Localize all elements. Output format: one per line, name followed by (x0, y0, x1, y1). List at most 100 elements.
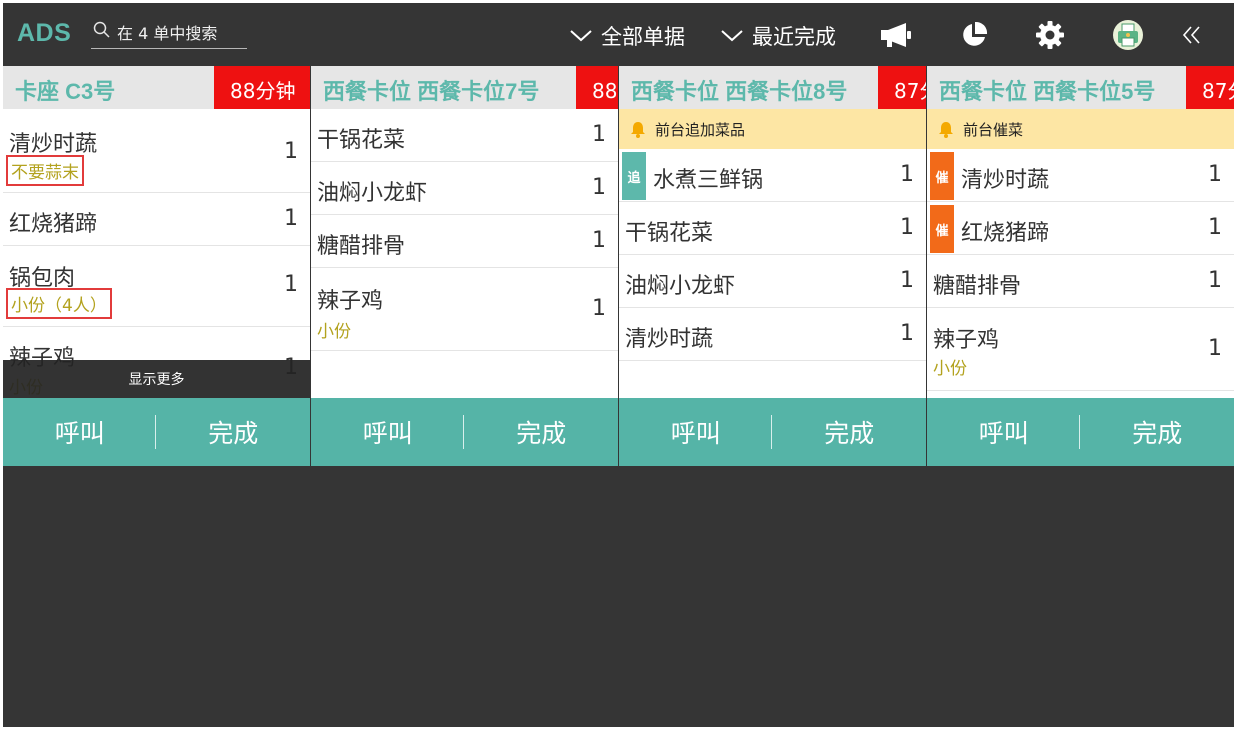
item-name: 清炒时蔬 (9, 132, 98, 157)
item-name: 水煮三鲜锅 (653, 168, 764, 193)
order-title: 西餐卡位 西餐卡位5号 (939, 79, 1156, 104)
complete-button[interactable]: 完成 (1081, 398, 1235, 466)
order-title: 西餐卡位 西餐卡位8号 (631, 79, 848, 104)
item-qty: 1 (900, 162, 914, 187)
item-name: 辣子鸡 (933, 328, 1000, 353)
item-name: 干锅花菜 (625, 221, 714, 246)
filter-all-label: 全部单据 (601, 25, 685, 49)
item-name: 糖醋排骨 (933, 274, 1022, 299)
elapsed-time-badge: 88分钟 (576, 66, 618, 109)
order-item[interactable]: 清炒时蔬 1 (619, 308, 926, 361)
order-item[interactable]: 干锅花菜 1 (311, 109, 618, 162)
item-qty: 1 (900, 321, 914, 346)
order-header: 西餐卡位 西餐卡位7号 88分钟 (311, 66, 618, 109)
double-chevron-left-icon[interactable] (1175, 18, 1209, 52)
complete-button[interactable]: 完成 (157, 398, 311, 466)
order-item[interactable]: 油焖小龙虾 1 (619, 255, 926, 308)
elapsed-time-badge: 88分钟 (214, 66, 310, 109)
item-name: 油焖小龙虾 (625, 274, 736, 299)
bell-icon (631, 122, 645, 138)
item-name: 糖醋排骨 (317, 234, 406, 259)
order-header: 西餐卡位 西餐卡位8号 87分钟 (619, 66, 926, 109)
call-button[interactable]: 呼叫 (927, 398, 1081, 466)
order-actions: 呼叫 完成 (927, 398, 1234, 466)
filter-recent-done[interactable]: 最近完成 (720, 21, 836, 51)
search-placeholder: 在 4 单中搜索 (117, 24, 218, 43)
call-button[interactable]: 呼叫 (619, 398, 773, 466)
item-name: 红烧猪蹄 (961, 221, 1050, 246)
item-name: 干锅花菜 (317, 128, 406, 153)
app-window: ADS 在 4 单中搜索 全部单据 最近完成 卡座 C3号 88分钟 清炒时蔬 … (3, 3, 1234, 727)
item-name: 辣子鸡 (317, 289, 384, 314)
added-item-tag: 追 (622, 152, 646, 200)
order-card[interactable]: 西餐卡位 西餐卡位8号 87分钟 前台追加菜品 追 水煮三鲜锅 1 干锅花菜 1… (619, 66, 926, 466)
chevron-down-icon (721, 30, 743, 42)
item-qty: 1 (284, 206, 298, 231)
elapsed-time-badge: 87分钟 (878, 66, 926, 109)
urged-item-tag: 催 (930, 205, 954, 253)
order-item[interactable]: 油焖小龙虾 1 (311, 162, 618, 215)
item-qty: 1 (284, 139, 298, 164)
elapsed-time-badge: 87分钟 (1186, 66, 1234, 109)
show-more-button[interactable]: 显示更多 (3, 360, 310, 398)
item-qty: 1 (1208, 162, 1222, 187)
item-note: 小份 (933, 359, 967, 379)
item-note: 小份（4人） (6, 288, 112, 319)
order-actions: 呼叫 完成 (3, 398, 310, 466)
notice-banner: 前台追加菜品 (619, 109, 926, 149)
order-header: 卡座 C3号 88分钟 (3, 66, 310, 109)
order-actions: 呼叫 完成 (311, 398, 618, 466)
order-item[interactable]: 追 水煮三鲜锅 1 (619, 149, 926, 202)
order-item[interactable]: 锅包肉 小份（4人） 1 (3, 246, 310, 327)
order-item[interactable]: 辣子鸡 小份 1 (927, 308, 1234, 391)
gear-icon[interactable] (1033, 18, 1067, 52)
printer-icon[interactable] (1111, 18, 1145, 52)
item-qty: 1 (1208, 336, 1222, 361)
chevron-down-icon (570, 30, 592, 42)
notice-text: 前台追加菜品 (655, 120, 746, 139)
app-logo: ADS (17, 19, 72, 47)
notice-text: 前台催菜 (963, 120, 1024, 139)
top-bar: ADS 在 4 单中搜索 全部单据 最近完成 (3, 3, 1234, 66)
urged-item-tag: 催 (930, 152, 954, 200)
item-name: 油焖小龙虾 (317, 181, 428, 206)
item-qty: 1 (284, 272, 298, 297)
item-qty: 1 (592, 296, 606, 321)
order-item[interactable]: 糖醋排骨 1 (311, 215, 618, 268)
call-button[interactable]: 呼叫 (3, 398, 157, 466)
order-card[interactable]: 卡座 C3号 88分钟 清炒时蔬 不要蒜末 1 红烧猪蹄 1 锅包肉 小份（4人… (3, 66, 310, 466)
item-qty: 1 (900, 268, 914, 293)
order-item[interactable]: 催 清炒时蔬 1 (927, 149, 1234, 202)
item-qty: 1 (900, 215, 914, 240)
item-qty: 1 (592, 122, 606, 147)
search-icon (93, 21, 110, 38)
order-item[interactable]: 辣子鸡 小份 1 (311, 268, 618, 351)
item-note: 小份 (317, 322, 351, 342)
order-header: 西餐卡位 西餐卡位5号 87分钟 (927, 66, 1234, 109)
item-qty: 1 (592, 228, 606, 253)
item-note: 不要蒜末 (6, 155, 84, 186)
pie-chart-icon[interactable] (957, 18, 991, 52)
order-card[interactable]: 西餐卡位 西餐卡位5号 87分钟 前台催菜 催 清炒时蔬 1 催 红烧猪蹄 1 … (927, 66, 1234, 466)
item-qty: 1 (592, 175, 606, 200)
complete-button[interactable]: 完成 (773, 398, 927, 466)
order-item[interactable]: 糖醋排骨 1 (927, 255, 1234, 308)
order-actions: 呼叫 完成 (619, 398, 926, 466)
order-card[interactable]: 西餐卡位 西餐卡位7号 88分钟 干锅花菜 1 油焖小龙虾 1 糖醋排骨 1 辣… (311, 66, 618, 466)
search-input[interactable]: 在 4 单中搜索 (91, 17, 247, 49)
item-qty: 1 (1208, 215, 1222, 240)
filter-recent-label: 最近完成 (752, 25, 836, 49)
item-name: 清炒时蔬 (961, 168, 1050, 193)
item-name: 清炒时蔬 (625, 327, 714, 352)
bell-icon (939, 122, 953, 138)
order-title: 西餐卡位 西餐卡位7号 (323, 79, 540, 104)
order-item[interactable]: 红烧猪蹄 1 (3, 193, 310, 246)
order-item[interactable]: 干锅花菜 1 (619, 202, 926, 255)
order-item[interactable]: 催 红烧猪蹄 1 (927, 202, 1234, 255)
complete-button[interactable]: 完成 (465, 398, 619, 466)
megaphone-icon[interactable] (879, 18, 913, 52)
filter-all-orders[interactable]: 全部单据 (569, 21, 685, 51)
item-qty: 1 (1208, 268, 1222, 293)
order-item[interactable]: 清炒时蔬 不要蒜末 1 (3, 109, 310, 193)
call-button[interactable]: 呼叫 (311, 398, 465, 466)
